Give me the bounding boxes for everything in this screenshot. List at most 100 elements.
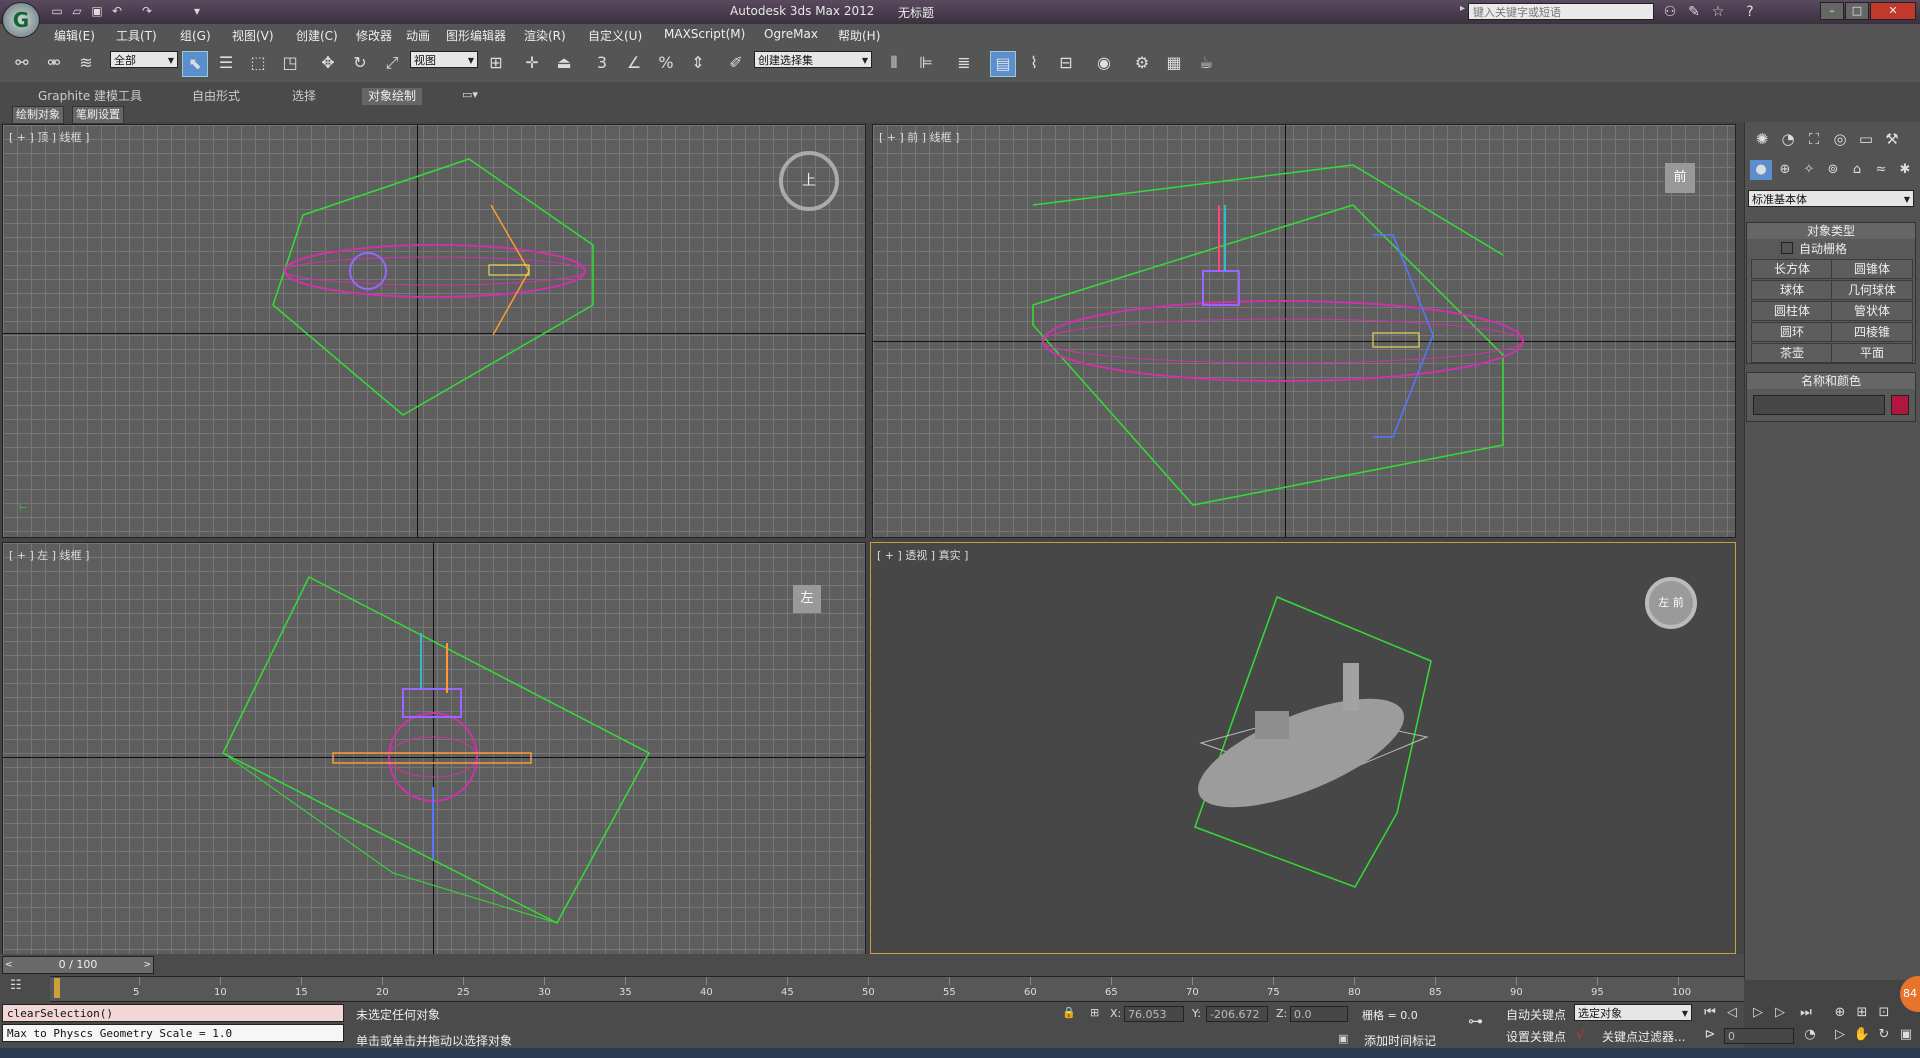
layer-manager-icon[interactable]: ≣	[952, 51, 976, 75]
menu-graph-editors[interactable]: 图形编辑器	[446, 27, 506, 44]
spinner-snap-icon[interactable]: ⇕	[686, 51, 710, 75]
tab-object-paint[interactable]: 对象绘制	[362, 88, 423, 105]
tools-icon[interactable]: ✎	[1684, 2, 1704, 22]
time-slider[interactable]: < 0 / 100 >	[2, 956, 154, 974]
object-name-input[interactable]	[1753, 395, 1885, 415]
menu-modifiers[interactable]: 修改器	[356, 27, 392, 44]
link-icon[interactable]: ⚯	[10, 51, 34, 75]
lock-selection-icon[interactable]: 🔒	[1062, 1006, 1076, 1019]
y-coordinate-input[interactable]: -206.672	[1206, 1006, 1268, 1022]
pivot-center-icon[interactable]: ⊞	[484, 51, 508, 75]
goto-end-icon[interactable]: ⏭	[1796, 1004, 1816, 1022]
cone-button[interactable]: 圆锥体	[1831, 259, 1913, 279]
open-icon[interactable]: ▱	[68, 3, 86, 19]
time-config-icon[interactable]: ◔	[1800, 1026, 1820, 1044]
bind-spacewarp-icon[interactable]: ≋	[74, 51, 98, 75]
geometry-icon[interactable]: ●	[1750, 160, 1772, 180]
menu-customize[interactable]: 自定义(U)	[588, 27, 642, 44]
app-logo-button[interactable]: G	[2, 2, 40, 38]
render-teapot-icon[interactable]: ☕	[1194, 51, 1218, 75]
autogrid-checkbox[interactable]	[1781, 242, 1793, 254]
quick-access-dropdown-icon[interactable]: ▾	[188, 3, 206, 19]
play-icon[interactable]: ▷	[1748, 1004, 1768, 1022]
menu-edit[interactable]: 编辑(E)	[54, 27, 95, 44]
torus-button[interactable]: 圆环	[1751, 322, 1833, 342]
keyboard-shortcut-icon[interactable]: ⏏	[552, 51, 576, 75]
mini-curve-editor-icon[interactable]: ☷	[10, 978, 40, 998]
x-coordinate-input[interactable]: 76.053	[1124, 1006, 1184, 1022]
zoom-icon[interactable]: ⊕	[1830, 1004, 1850, 1022]
menu-ogremax[interactable]: OgreMax	[764, 27, 818, 41]
binoculars-icon[interactable]: ⚇	[1660, 2, 1680, 22]
viewport-top[interactable]: [ + ] 顶 ] 线框 ] 上 ⊢	[2, 124, 866, 538]
maxscript-listener-output[interactable]: clearSelection()	[2, 1004, 344, 1022]
select-by-name-icon[interactable]: ☰	[214, 51, 238, 75]
hierarchy-tab-icon[interactable]: ⛶	[1802, 128, 1826, 150]
orbit-icon[interactable]: ↻	[1874, 1026, 1894, 1044]
slider-prev-icon[interactable]: <	[5, 957, 13, 973]
material-editor-icon[interactable]: ◉	[1092, 51, 1116, 75]
selection-filter-select[interactable]: 全部	[110, 51, 178, 69]
object-color-swatch[interactable]	[1891, 395, 1909, 415]
spacewarps-icon[interactable]: ≈	[1870, 160, 1892, 180]
set-key-icon[interactable]: ⊶	[1468, 1012, 1483, 1030]
close-button[interactable]: ✕	[1870, 2, 1916, 20]
select-manipulate-icon[interactable]: ✛	[520, 51, 544, 75]
schematic-view-icon[interactable]: ⊟	[1054, 51, 1078, 75]
align-icon[interactable]: ⊫	[914, 51, 938, 75]
graphite-toggle-icon[interactable]: ▤	[990, 51, 1016, 77]
tab-selection[interactable]: 选择	[286, 88, 322, 105]
minimize-button[interactable]: –	[1820, 2, 1844, 20]
notification-badge[interactable]: 84	[1900, 976, 1920, 1012]
goto-start-icon[interactable]: ⏮	[1700, 1004, 1720, 1022]
named-selection-set-select[interactable]: 创建选择集	[754, 51, 872, 69]
rect-selection-icon[interactable]: ⬚	[246, 51, 270, 75]
render-setup-icon[interactable]: ⚙	[1130, 51, 1154, 75]
redo-icon[interactable]: ↷	[138, 3, 156, 19]
add-time-tag[interactable]: 添加时间标记	[1364, 1032, 1436, 1049]
geosphere-button[interactable]: 几何球体	[1831, 280, 1913, 300]
viewcube-perspective[interactable]: 左 前	[1645, 577, 1697, 629]
keyword-search-input[interactable]: 键入关键字或短语	[1468, 3, 1654, 20]
brush-settings-panel[interactable]: 笔刷设置	[72, 106, 124, 124]
field-of-view-icon[interactable]: ▷	[1830, 1026, 1850, 1044]
move-icon[interactable]: ✥	[316, 51, 340, 75]
auto-key-button[interactable]: 自动关键点	[1506, 1006, 1566, 1023]
unlink-icon[interactable]: ⚮	[42, 51, 66, 75]
cylinder-button[interactable]: 圆柱体	[1751, 301, 1833, 321]
track-bar-ruler[interactable]: 5 10 15 20 25 30 35 40 45 50 55 60 65 70 75 80 85 90 95 100	[50, 976, 1744, 1002]
paint-objects-panel[interactable]: 绘制对象	[12, 106, 64, 124]
helpers-icon[interactable]: ⌂	[1846, 160, 1868, 180]
modify-tab-icon[interactable]: ◔	[1776, 128, 1800, 150]
rotate-icon[interactable]: ↻	[348, 51, 372, 75]
name-color-title[interactable]: 名称和颜色	[1747, 373, 1915, 389]
new-icon[interactable]: ▭	[48, 3, 66, 19]
ribbon-options-icon[interactable]: ▭▾	[462, 88, 482, 104]
systems-icon[interactable]: ✱	[1894, 160, 1916, 180]
motion-tab-icon[interactable]: ◎	[1828, 128, 1852, 150]
tab-freeform[interactable]: 自由形式	[186, 88, 246, 105]
shapes-icon[interactable]: ⊕	[1774, 160, 1796, 180]
menu-views[interactable]: 视图(V)	[232, 27, 274, 44]
menu-rendering[interactable]: 渲染(R)	[524, 27, 566, 44]
zoom-all-icon[interactable]: ⊞	[1852, 1004, 1872, 1022]
slider-next-icon[interactable]: >	[143, 957, 151, 973]
absolute-mode-icon[interactable]: ⊞	[1090, 1006, 1099, 1019]
edit-named-selection-icon[interactable]: ✐	[724, 51, 748, 75]
menu-help[interactable]: 帮助(H)	[838, 27, 880, 44]
plane-button[interactable]: 平面	[1831, 343, 1913, 363]
angle-snap-icon[interactable]: ∠	[622, 51, 646, 75]
viewcube-left[interactable]: 左	[793, 585, 821, 613]
viewport-front[interactable]: [ + ] 前 ] 线框 ] 前	[872, 124, 1736, 538]
pyramid-button[interactable]: 四棱锥	[1831, 322, 1913, 342]
save-icon[interactable]: ▣	[88, 3, 106, 19]
object-category-select[interactable]: 标准基本体	[1748, 190, 1914, 208]
menu-animation[interactable]: 动画	[406, 27, 430, 44]
next-frame-icon[interactable]: ▷	[1770, 1004, 1790, 1022]
pan-icon[interactable]: ✋	[1852, 1026, 1872, 1044]
teapot-button[interactable]: 茶壶	[1751, 343, 1833, 363]
scale-icon[interactable]: ⤢	[380, 51, 404, 75]
zoom-extents-icon[interactable]: ⊡	[1874, 1004, 1894, 1022]
key-filters-button[interactable]: 关键点过滤器...	[1602, 1028, 1685, 1045]
maxscript-listener-input[interactable]: Max to Physcs Geometry Scale = 1.0	[2, 1024, 344, 1042]
